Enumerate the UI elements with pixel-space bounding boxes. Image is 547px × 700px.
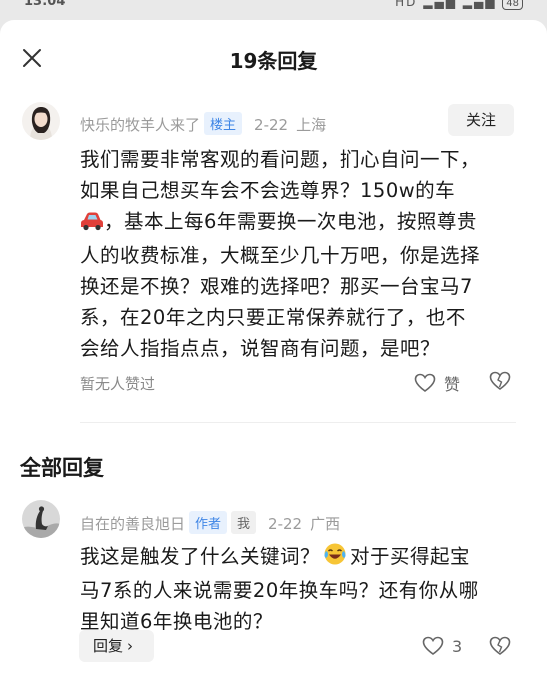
comment-line: 会给人指指点点，说智商有问题，是吧？ [80,337,441,360]
replies-sheet: 19条回复 快乐的牧羊人来了 楼主 2-22 上海 关注 我们需要非常客观的看问题，扪… [0,20,547,700]
avatar[interactable] [22,102,60,140]
reply-location: 广西 [310,515,341,533]
broken-heart-icon [489,636,511,655]
comment-line: 如果自己想买车会不会选尊界？150w的车 [80,179,456,202]
status-icons: HD ▂▄▆ ▂▄▆ 48 [395,0,523,10]
comment-meta: 快乐的牧羊人来了 楼主 2-22 上海 [80,112,326,135]
comment-line: 系，在20年之内只要正常保养就行了，也不 [80,306,466,329]
section-title: 全部回复 [20,456,104,480]
reply-date: 2-22 [268,515,303,533]
follow-button[interactable]: 关注 [448,104,514,136]
comment-line: 人的收费标准，大概至少几十万吧，你是选择 [80,244,481,267]
comment-location: 上海 [296,116,327,134]
chevron-right-icon: › [127,637,134,655]
broken-heart-icon [489,371,511,390]
car-emoji-icon [80,209,104,240]
no-likes-text: 暂无人赞过 [80,375,156,393]
reply-text[interactable]: 我这是触发了什么关键词？ 对于买得起宝 马7系的人来说需要20年换车吗？还有你从… [80,541,479,637]
avatar[interactable] [22,500,60,538]
heart-icon [422,636,444,655]
reply-meta: 自在的善良旭日 作者我 2-22 广西 [80,511,340,534]
signal-icon-2: ▂▄▆ [462,0,497,9]
comment-line: 换还是不换？艰难的选择吧？那买一台宝马7 [80,275,473,298]
status-time: 13:04 [24,0,66,9]
laughing-crying-emoji-icon [323,542,347,575]
like-button[interactable]: 赞 [414,371,460,395]
reply-button[interactable]: 回复 › [79,630,154,662]
like-label: 赞 [444,375,461,394]
network-label: HD [395,0,418,9]
reply-line: 马7系的人来说需要20年换车吗？还有你从哪 [80,579,479,602]
op-badge: 楼主 [204,112,243,135]
comment-line: 我们需要非常客观的看问题，扪心自问一下， [80,148,481,171]
comment-date: 2-22 [254,116,289,134]
dislike-button[interactable] [489,371,511,391]
reply-line: 我这是触发了什么关键词？ 对于买得起宝 [80,541,479,575]
divider [80,422,516,423]
status-bar: 13:04 HD ▂▄▆ ▂▄▆ 48 [0,0,547,14]
heart-icon [414,373,436,392]
comment-text[interactable]: 我们需要非常客观的看问题，扪心自问一下， 如果自己想买车会不会选尊界？150w的… [80,144,480,364]
like-button[interactable]: 3 [422,636,462,656]
me-badge: 我 [231,511,257,534]
battery-icon: 48 [502,0,523,10]
username[interactable]: 快乐的牧羊人来了 [80,116,200,134]
like-count: 3 [452,636,463,656]
comment-line: ，基本上每6年需要换一次电池，按照尊贵 [80,206,480,240]
dislike-button[interactable] [489,636,511,656]
signal-icon: ▂▄▆ [423,0,457,9]
author-badge: 作者 [189,511,228,534]
username[interactable]: 自在的善良旭日 [80,515,185,533]
page-title: 19条回复 [229,49,318,73]
